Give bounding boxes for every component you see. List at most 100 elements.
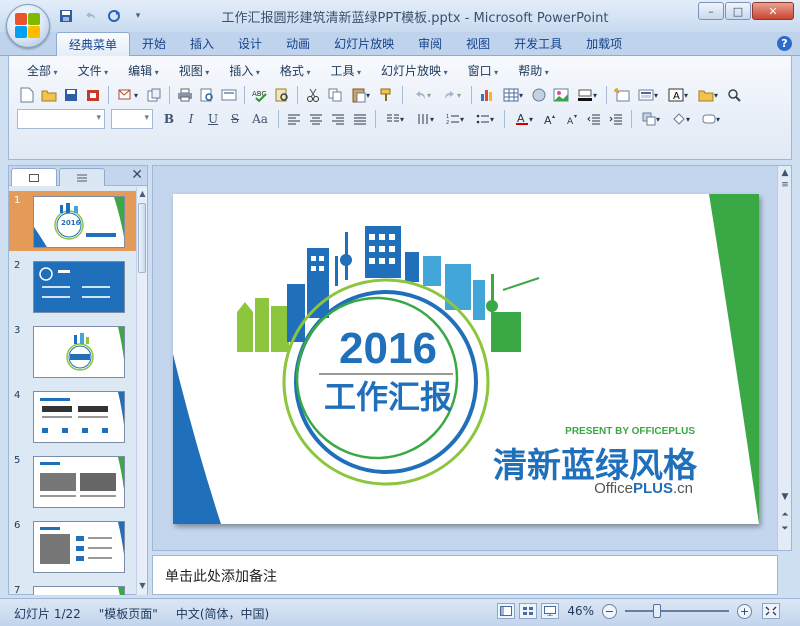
picture-icon[interactable] [551, 85, 571, 105]
scroll-thumb[interactable]: ≡ [778, 180, 792, 190]
bullets-icon[interactable]: ▾ [471, 109, 499, 129]
italic-button[interactable]: I [181, 109, 201, 129]
menu-help[interactable]: 帮助 [508, 62, 559, 79]
undo-icon[interactable]: ▾ [408, 85, 436, 105]
tab-slide-show[interactable]: 幻灯片放映 [322, 32, 406, 56]
scroll-down-icon[interactable]: ▼ [137, 581, 148, 593]
layout-dropdown-icon[interactable]: ▾ [634, 85, 662, 105]
tab-slides-thumbnails[interactable] [11, 168, 57, 186]
shrink-font-icon[interactable]: A ▾ [562, 109, 582, 129]
menu-all[interactable]: 全部 [17, 62, 68, 79]
save-icon[interactable] [61, 85, 81, 105]
clip-art-icon[interactable] [529, 85, 549, 105]
find-icon[interactable] [724, 85, 744, 105]
justify-icon[interactable] [350, 109, 370, 129]
zoom-level[interactable]: 46% [567, 604, 594, 618]
slide-presenter[interactable]: PRESENT BY OFFICEPLUS [563, 426, 695, 437]
help-icon[interactable]: ? [777, 36, 792, 51]
menu-format[interactable]: 格式 [270, 62, 321, 79]
spelling-icon[interactable]: ABC [250, 85, 270, 105]
print-icon[interactable] [175, 85, 195, 105]
minimize-button[interactable]: – [698, 2, 724, 20]
bold-button[interactable]: B [159, 109, 179, 129]
align-left-icon[interactable] [284, 109, 304, 129]
language-indicator[interactable]: 中文(简体，中国) [176, 605, 287, 622]
increase-indent-icon[interactable] [606, 109, 626, 129]
slide-thumbnail[interactable]: 1 2016 [9, 191, 137, 251]
new-slide-icon[interactable] [612, 85, 632, 105]
tab-insert[interactable]: 插入 [178, 32, 226, 56]
cut-icon[interactable] [303, 85, 323, 105]
zoom-out-button[interactable]: − [602, 603, 617, 619]
tab-home[interactable]: 开始 [130, 32, 178, 56]
slide-thumbnail[interactable]: 2 [9, 256, 137, 316]
current-slide[interactable]: 2016 工作汇报 PRESENT BY OFFICEPLUS 清新蓝绿风格 O… [173, 194, 759, 524]
menu-file[interactable]: 文件 [68, 62, 119, 79]
research-icon[interactable] [272, 85, 292, 105]
fill-color-icon[interactable]: ▾ [573, 85, 601, 105]
underline-button[interactable]: U [203, 109, 223, 129]
text-box-icon[interactable]: A ▾ [664, 85, 692, 105]
slide-thumbnail[interactable]: 4 [9, 386, 137, 446]
align-center-icon[interactable] [306, 109, 326, 129]
tab-animations[interactable]: 动画 [274, 32, 322, 56]
arrange-icon[interactable]: ▾ [637, 109, 665, 129]
permission-icon[interactable] [83, 85, 103, 105]
maximize-button[interactable]: □ [725, 2, 751, 20]
close-button[interactable]: ✕ [752, 2, 794, 20]
slide-thumbnail[interactable]: 6 [9, 516, 137, 576]
decrease-indent-icon[interactable] [584, 109, 604, 129]
email-icon[interactable]: ▾ [114, 85, 142, 105]
slide-subtitle[interactable]: 工作汇报 [313, 372, 463, 418]
insert-chart-icon[interactable] [477, 85, 497, 105]
format-painter-icon[interactable] [377, 85, 397, 105]
change-case-button[interactable]: Aa [247, 109, 273, 129]
menu-insert[interactable]: 插入 [219, 62, 270, 79]
columns-icon[interactable]: ▾ [381, 109, 409, 129]
tab-review[interactable]: 审阅 [406, 32, 454, 56]
slide-thumbnail[interactable]: 3 [9, 321, 137, 381]
open-folder-icon[interactable] [39, 85, 59, 105]
menu-view[interactable]: 视图 [169, 62, 220, 79]
theme-name[interactable]: "模板页面" [99, 605, 176, 622]
notes-pane[interactable]: 单击此处添加备注 [152, 555, 778, 595]
scroll-down-icon[interactable]: ▼ [778, 492, 792, 502]
tab-design[interactable]: 设计 [226, 32, 274, 56]
scroll-up-icon[interactable]: ▲ [778, 168, 792, 178]
tab-add-ins[interactable]: 加载项 [574, 32, 634, 56]
slide-brand[interactable]: OfficePLUS.cn [573, 480, 693, 497]
tab-classic-menu[interactable]: 经典菜单 [56, 32, 131, 56]
tab-view[interactable]: 视图 [454, 32, 502, 56]
grow-font-icon[interactable]: A ▴ [540, 109, 560, 129]
strikethrough-button[interactable]: S [225, 109, 245, 129]
scroll-thumb[interactable] [138, 203, 146, 273]
menu-slide-show[interactable]: 幻灯片放映 [371, 62, 458, 79]
slide-scrollbar[interactable]: ▲ ≡ ▼ ⏶ ⏷ [777, 166, 791, 550]
open-folder-dropdown-icon[interactable]: ▾ [694, 85, 722, 105]
thumbnail-scrollbar[interactable]: ▲ ▼ [136, 187, 147, 595]
close-pane-icon[interactable]: ✕ [131, 167, 143, 183]
publish-icon[interactable] [144, 85, 164, 105]
fit-to-window-icon[interactable] [762, 603, 780, 619]
insert-table-icon[interactable]: ▾ [499, 85, 527, 105]
print-preview-icon[interactable] [197, 85, 217, 105]
normal-view-icon[interactable] [497, 603, 516, 619]
next-slide-icon[interactable]: ⏷ [778, 524, 792, 534]
zoom-slider-knob[interactable] [653, 604, 661, 618]
zoom-in-button[interactable]: + [737, 603, 752, 619]
menu-tools[interactable]: 工具 [320, 62, 371, 79]
paste-icon[interactable]: ▾ [347, 85, 375, 105]
font-size-combo[interactable] [111, 109, 153, 129]
font-name-combo[interactable] [17, 109, 105, 129]
new-file-icon[interactable] [17, 85, 37, 105]
shape-styles-icon[interactable]: ▾ [697, 109, 725, 129]
menu-window[interactable]: 窗口 [458, 62, 509, 79]
slide-thumbnail[interactable]: 7 [9, 581, 137, 595]
menu-edit[interactable]: 编辑 [118, 62, 169, 79]
shapes-icon[interactable]: ▾ [667, 109, 695, 129]
redo-icon[interactable]: ▾ [438, 85, 466, 105]
slide-layout-icon[interactable] [219, 85, 239, 105]
slide-sorter-view-icon[interactable] [519, 603, 538, 619]
text-direction-icon[interactable]: ▾ [411, 109, 439, 129]
previous-slide-icon[interactable]: ⏶ [778, 510, 792, 520]
